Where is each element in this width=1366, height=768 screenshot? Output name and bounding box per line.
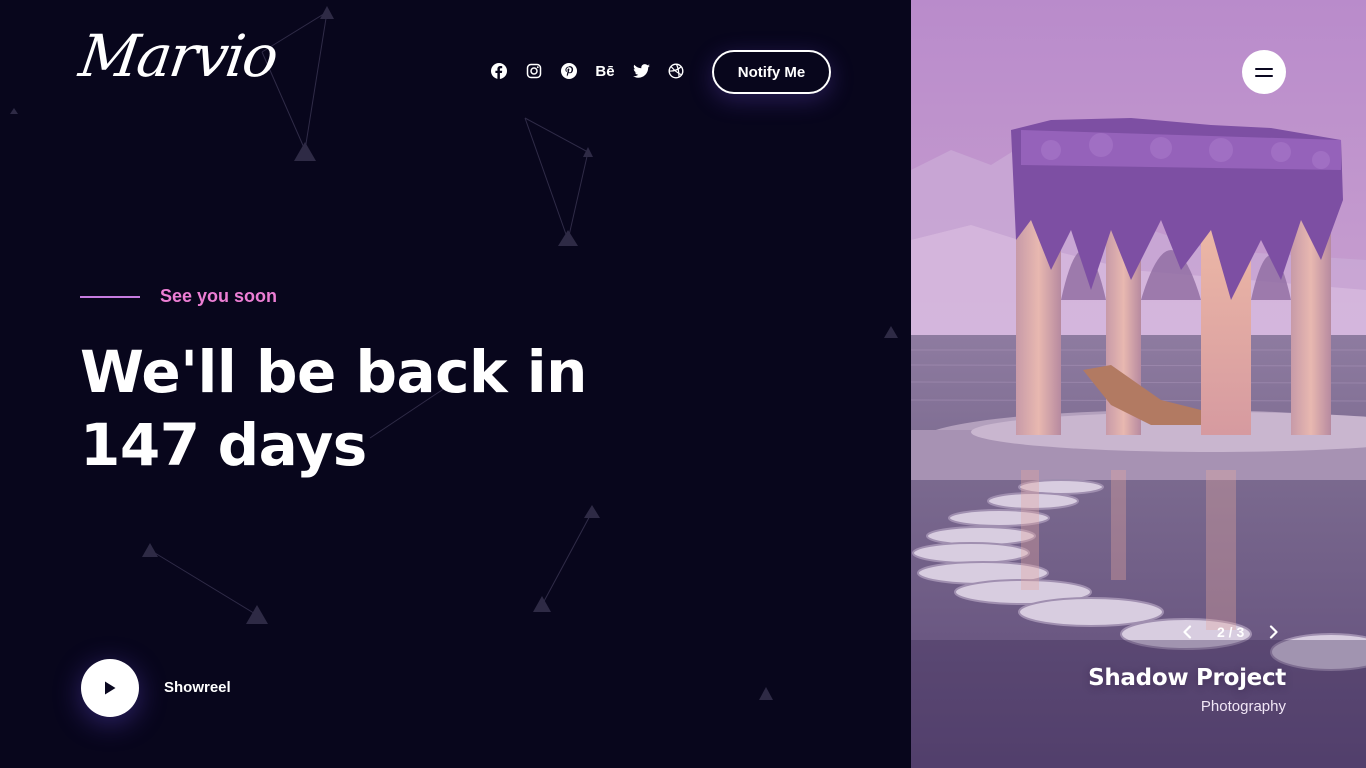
tagline-divider xyxy=(80,295,140,298)
instagram-icon[interactable] xyxy=(524,60,544,82)
twitter-icon[interactable] xyxy=(631,60,651,82)
social-links: Bē xyxy=(489,60,686,82)
slider-nav: 2 / 3 xyxy=(1177,620,1284,644)
hamburger-icon-line xyxy=(1255,74,1273,77)
logo[interactable]: Marvio xyxy=(75,22,280,90)
project-category: Photography xyxy=(1200,698,1286,715)
next-arrow-icon[interactable] xyxy=(1264,620,1284,644)
left-panel: Marvio Bē Notify Me See you soon We'll b… xyxy=(0,0,911,768)
notify-me-button[interactable]: Notify Me xyxy=(712,50,831,94)
facebook-icon[interactable] xyxy=(489,60,509,82)
headline-line-2: 147 days xyxy=(80,409,680,482)
days-count: 147 xyxy=(80,411,200,479)
headline-line-1: We'll be back in xyxy=(80,338,587,406)
slide-counter: 2 / 3 xyxy=(1217,624,1245,640)
tagline-text: See you soon xyxy=(160,286,278,306)
behance-icon[interactable]: Bē xyxy=(594,60,616,82)
hero-image-panel: 2 / 3 Shadow Project Photography xyxy=(911,0,1366,768)
headline: We'll be back in 147 days xyxy=(80,336,680,482)
tagline: See you soon xyxy=(80,286,277,307)
menu-button[interactable] xyxy=(1242,50,1286,94)
showreel-play-button[interactable] xyxy=(81,659,139,717)
project-title[interactable]: Shadow Project xyxy=(1088,665,1286,691)
play-icon xyxy=(105,681,116,695)
prev-arrow-icon[interactable] xyxy=(1177,620,1197,644)
pavilion-image xyxy=(911,0,1366,768)
showreel-label[interactable]: Showreel xyxy=(164,679,231,696)
pinterest-icon[interactable] xyxy=(559,60,579,82)
hamburger-icon-line xyxy=(1255,67,1273,70)
dribbble-icon[interactable] xyxy=(666,60,686,82)
days-label: days xyxy=(217,411,368,479)
